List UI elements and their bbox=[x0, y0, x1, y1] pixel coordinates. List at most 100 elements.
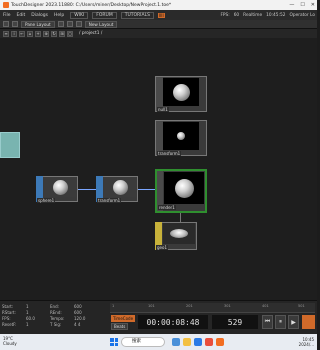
timeline-options-icon[interactable] bbox=[302, 315, 315, 329]
target-icon[interactable]: ⊕ bbox=[43, 30, 49, 37]
timeline-panel: Start: 1 End: 600 RStart: 1 REnd: 600 FP… bbox=[0, 300, 317, 334]
node-label: render1 bbox=[158, 205, 176, 210]
clock-time: 10:45:52 bbox=[266, 12, 286, 18]
timeline-ruler[interactable]: 1 101 201 301 401 501 bbox=[110, 303, 315, 313]
new-layout-button[interactable]: New Layout bbox=[84, 20, 118, 28]
square-icon[interactable]: ◻ bbox=[67, 30, 73, 37]
node-viewer bbox=[163, 223, 195, 244]
tutorials-link[interactable]: TUTORIALS bbox=[120, 11, 154, 19]
beats-toggle[interactable]: Beats bbox=[111, 323, 129, 330]
refresh-icon[interactable]: ↻ bbox=[51, 30, 57, 37]
touchdesigner-icon[interactable] bbox=[216, 338, 224, 346]
system-tray[interactable]: 10:45 2024/... bbox=[299, 337, 314, 347]
windows-taskbar: 19°C Cloudy 搜索 10:45 2024/... bbox=[0, 334, 317, 350]
sphere-preview-icon bbox=[52, 179, 68, 195]
node-wire bbox=[78, 189, 96, 190]
node-transform1-sop[interactable]: transform1 bbox=[96, 176, 138, 204]
file-explorer-icon[interactable] bbox=[183, 338, 191, 346]
pane-grid-icon[interactable] bbox=[57, 21, 64, 27]
menu-icon[interactable]: ≡ bbox=[3, 30, 9, 37]
rewind-button[interactable]: ⏮ bbox=[262, 315, 273, 329]
perf-badge[interactable]: IIII bbox=[157, 12, 165, 18]
sphere-preview-icon bbox=[174, 178, 194, 198]
window-controls: — ☐ ✕ bbox=[289, 0, 315, 10]
rend-value[interactable]: 600 bbox=[74, 310, 98, 315]
fps-value: 60 bbox=[233, 12, 240, 18]
resetf-value[interactable]: 1 bbox=[26, 322, 50, 327]
ruler-tick: 501 bbox=[298, 304, 305, 308]
pane-split-vertical-icon[interactable] bbox=[12, 21, 18, 27]
pane-layout-button[interactable]: Pane Layout bbox=[21, 20, 55, 28]
ruler-tick: 401 bbox=[262, 304, 269, 308]
maximize-button[interactable]: ☐ bbox=[300, 2, 304, 8]
weather-widget[interactable]: 19°C Cloudy bbox=[3, 336, 17, 346]
ruler-tick: 1 bbox=[112, 304, 115, 308]
resetf-label: ResetF: bbox=[2, 322, 17, 327]
tsig-label: T Sig: bbox=[50, 322, 62, 327]
menu-help[interactable]: Help bbox=[54, 13, 64, 18]
weather-desc: Cloudy bbox=[3, 341, 17, 346]
node-viewer bbox=[104, 177, 136, 197]
timecode-toggle[interactable]: TimeCode bbox=[111, 315, 136, 322]
info-icon[interactable]: i bbox=[11, 30, 17, 37]
sphere-preview-icon bbox=[172, 83, 190, 101]
node-null1[interactable]: null1 bbox=[155, 76, 207, 114]
grid-icon[interactable]: ⊞ bbox=[59, 30, 65, 37]
realtime-toggle[interactable]: Realtime bbox=[243, 13, 262, 18]
sphere-preview-icon bbox=[112, 179, 128, 195]
minimize-button[interactable]: — bbox=[289, 2, 294, 8]
start-label: Start: bbox=[2, 304, 14, 309]
chrome-icon[interactable] bbox=[205, 338, 213, 346]
node-label: transform1 bbox=[157, 151, 182, 156]
node-transform1[interactable]: transform1 bbox=[155, 120, 207, 158]
tempo-label: Tempo: bbox=[50, 316, 65, 321]
home-icon[interactable]: ⌂ bbox=[27, 30, 33, 37]
rstart-value[interactable]: 1 bbox=[26, 310, 50, 315]
start-value[interactable]: 1 bbox=[26, 304, 50, 309]
taskbar-search[interactable]: 搜索 bbox=[121, 337, 165, 347]
network-editor[interactable]: null1 transform1 sphere1 transform1 rend… bbox=[0, 38, 317, 300]
tempo-value[interactable]: 120.0 bbox=[74, 316, 98, 321]
end-value[interactable]: 600 bbox=[74, 304, 98, 309]
node-label: transform1 bbox=[97, 198, 122, 203]
node-label: null1 bbox=[157, 107, 169, 112]
node-viewer bbox=[163, 122, 199, 150]
menu-dialogs[interactable]: Dialogs bbox=[31, 13, 48, 18]
windows-start-icon[interactable] bbox=[110, 338, 118, 346]
network-nav-bar: ≡ i ← ⌂ + ⊕ ↻ ⊞ ◻ / project1 / bbox=[0, 29, 317, 38]
close-button[interactable]: ✕ bbox=[311, 2, 315, 8]
forum-link[interactable]: FORUM bbox=[92, 11, 117, 19]
title-bar: TouchDesigner 2023.11880: C:/Users/miner… bbox=[0, 0, 317, 10]
play-button[interactable]: ▶ bbox=[288, 315, 299, 329]
edge-icon[interactable] bbox=[194, 338, 202, 346]
frame-display[interactable]: 529 bbox=[212, 315, 258, 329]
pane-split-icon[interactable] bbox=[3, 21, 9, 27]
pane-grid3-icon[interactable] bbox=[75, 21, 82, 27]
node-render1[interactable]: render1 bbox=[155, 169, 207, 215]
timecode-display[interactable]: 00:00:08:48 bbox=[138, 315, 208, 329]
fps-value[interactable]: 60.0 bbox=[26, 316, 50, 321]
menu-edit[interactable]: Edit bbox=[17, 13, 26, 18]
pause-button[interactable]: ⏸ bbox=[275, 315, 286, 329]
window-title: TouchDesigner 2023.11880: C:/Users/miner… bbox=[11, 2, 172, 8]
operator-mode[interactable]: Operator Lo bbox=[289, 13, 315, 18]
node-body bbox=[0, 132, 20, 158]
menu-file[interactable]: File bbox=[3, 13, 11, 18]
tsig-value[interactable]: 4 4 bbox=[74, 322, 98, 327]
touchdesigner-logo-icon bbox=[3, 2, 9, 8]
network-path-breadcrumb[interactable]: / project1 / bbox=[79, 31, 102, 36]
node-comp[interactable] bbox=[0, 132, 20, 158]
taskview-icon[interactable] bbox=[172, 338, 180, 346]
add-icon[interactable]: + bbox=[35, 30, 41, 37]
rstart-label: RStart: bbox=[2, 310, 16, 315]
back-icon[interactable]: ← bbox=[19, 30, 25, 37]
node-geo1[interactable]: geo1 bbox=[155, 222, 197, 252]
pane-grid2-icon[interactable] bbox=[66, 21, 73, 27]
node-sphere1[interactable]: sphere1 bbox=[36, 176, 78, 204]
wiki-link[interactable]: WIKI bbox=[70, 11, 89, 19]
ruler-tick: 301 bbox=[224, 304, 231, 308]
rend-label: REnd: bbox=[50, 310, 62, 315]
node-label: geo1 bbox=[156, 245, 168, 250]
menu-bar: File Edit Dialogs Help WIKI FORUM TUTORI… bbox=[0, 10, 317, 20]
node-viewer bbox=[44, 177, 76, 197]
